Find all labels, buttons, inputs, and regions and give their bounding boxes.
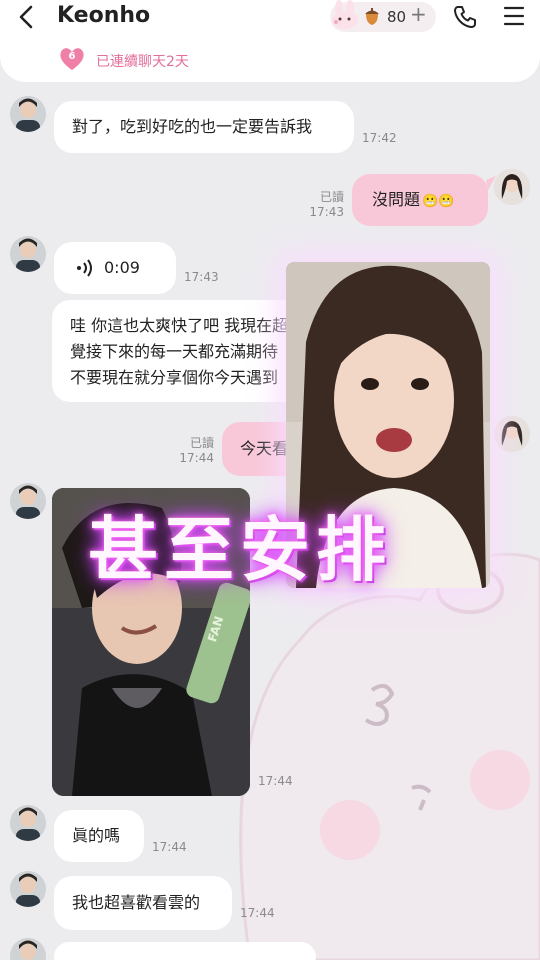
- voice-wave-icon: [77, 259, 92, 277]
- chat-header: Keonho 80 + 6 已連續聊天2天: [0, 0, 540, 82]
- contact-avatar[interactable]: [10, 871, 46, 907]
- message-line: 覺接下來的每一天都充滿期待: [70, 342, 279, 361]
- voice-message-bubble[interactable]: 0:09: [54, 242, 176, 294]
- user-avatar-image: [494, 416, 530, 452]
- read-label: 已讀: [189, 436, 214, 450]
- chat-title[interactable]: Keonho: [57, 3, 150, 28]
- message-line: 哇 你這也太爽快了吧 我現在超: [70, 316, 289, 335]
- message-time: 17:42: [362, 131, 397, 145]
- message-time: 17:44: [240, 906, 275, 920]
- back-arrow-icon[interactable]: [14, 4, 40, 30]
- message-text: 今天看: [240, 439, 289, 458]
- read-receipt: 已讀 17:44: [170, 436, 214, 466]
- bunny-mascot-icon: [332, 0, 358, 29]
- message-line: 不要現在就分享個你今天遇到: [70, 368, 279, 387]
- user-avatar[interactable]: [494, 169, 530, 205]
- contact-avatar-image: [10, 805, 46, 841]
- message-bubble-incoming[interactable]: 對了，吃到好吃的也一定要告訴我: [54, 101, 354, 153]
- user-avatar-image: [494, 169, 530, 205]
- message-bubble-incoming[interactable]: 眞的嗎: [54, 810, 144, 862]
- contact-avatar[interactable]: [10, 483, 46, 519]
- message-bubble-incoming[interactable]: 我也超喜歡看雲的: [54, 876, 232, 930]
- menu-icon[interactable]: [503, 5, 525, 27]
- message-time: 17:44: [152, 840, 187, 854]
- message-text: 沒問題: [372, 190, 421, 209]
- contact-avatar[interactable]: [10, 805, 46, 841]
- message-text: 眞的嗎: [72, 826, 121, 845]
- message-text: 對了，吃到好吃的也一定要告訴我: [72, 117, 313, 136]
- contact-avatar[interactable]: [10, 96, 46, 132]
- read-receipt: 已讀 17:43: [300, 190, 344, 220]
- message-time: 17:44: [258, 774, 293, 788]
- contact-avatar-image: [10, 871, 46, 907]
- contact-avatar[interactable]: [10, 236, 46, 272]
- user-avatar[interactable]: [494, 416, 530, 452]
- contact-avatar-image: [10, 483, 46, 519]
- video-caption: 甚至安排: [88, 509, 392, 591]
- read-label: 已讀: [319, 190, 344, 204]
- streak-count: 6: [68, 51, 76, 62]
- acorn-icon: [365, 8, 379, 25]
- message-time: 17:43: [184, 270, 219, 284]
- add-acorn-button[interactable]: +: [410, 2, 427, 26]
- voice-duration: 0:09: [104, 258, 140, 277]
- acorn-count: 80: [387, 8, 407, 26]
- message-bubble-incoming[interactable]: 哇 你這也太爽快了吧 我現在超 覺接下來的每一天都充滿期待 不要現在就分享個你今…: [52, 300, 322, 402]
- message-time: 17:44: [179, 451, 214, 465]
- message-bubble-incoming[interactable]: [54, 942, 316, 960]
- contact-avatar-image: [10, 96, 46, 132]
- streak-text: 已連續聊天2天: [96, 54, 189, 70]
- phone-call-icon[interactable]: [452, 4, 478, 30]
- grimace-emoji: 😬😬: [422, 194, 455, 209]
- streak-heart-icon: 6: [58, 45, 86, 73]
- message-bubble-outgoing[interactable]: 沒問題 😬😬: [352, 174, 488, 226]
- message-time: 17:43: [309, 205, 344, 219]
- message-text: 我也超喜歡看雲的: [72, 893, 201, 912]
- contact-avatar-image: [10, 236, 46, 272]
